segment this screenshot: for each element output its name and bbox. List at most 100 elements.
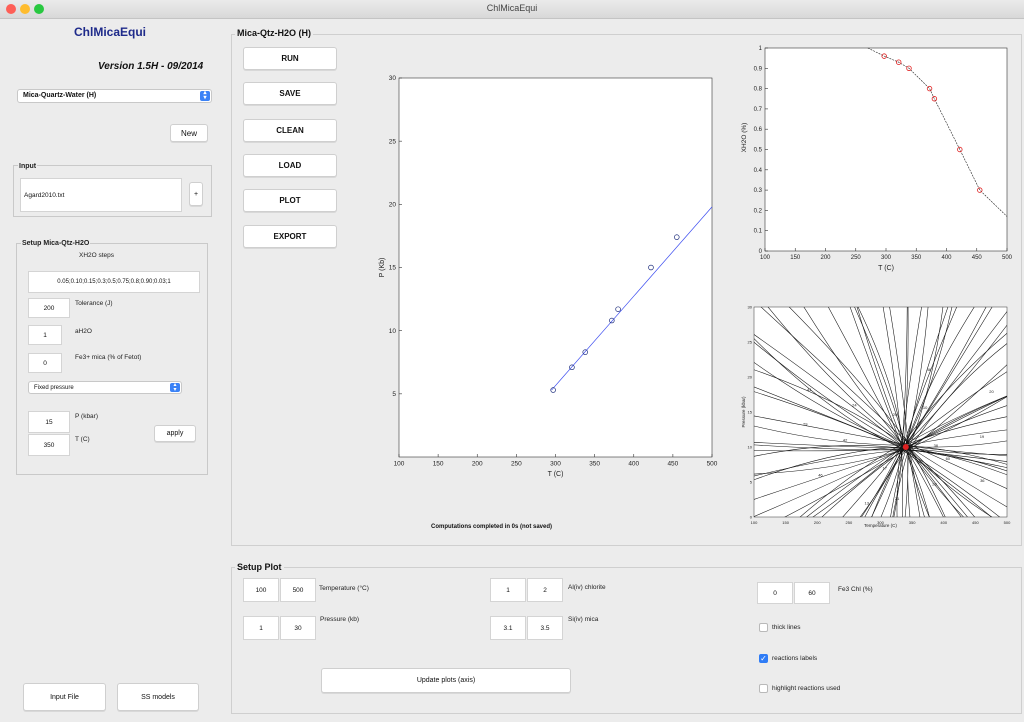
x-tick-label: 450 bbox=[972, 255, 983, 261]
al-min-field[interactable]: 1 bbox=[490, 578, 526, 602]
y-tick-label: 0 bbox=[750, 515, 753, 520]
xh2o-steps-field[interactable]: 0.05;0.10;0.15;0.3;0.5;0.75;0.8;0.90;0.0… bbox=[28, 271, 200, 293]
reaction-label: 17 bbox=[883, 465, 888, 470]
y-axis-label: P (Kb) bbox=[379, 258, 386, 278]
x-tick-label: 100 bbox=[760, 255, 771, 261]
y-axis-label: Pressure (kbar) bbox=[741, 396, 746, 428]
si-min-field[interactable]: 3.1 bbox=[490, 616, 526, 640]
reaction-label: 24 bbox=[852, 403, 857, 408]
chevron-updown-icon: ▴ ▾ bbox=[200, 90, 210, 101]
temperature-field[interactable]: 350 bbox=[28, 434, 70, 456]
new-button[interactable]: New bbox=[170, 124, 208, 142]
reaction-label: 36 bbox=[980, 478, 985, 483]
y-tick-label: 5 bbox=[392, 391, 396, 398]
press-min-field[interactable]: 1 bbox=[243, 616, 279, 640]
pt-chart: 100 150 200 250 300 350 400 450 500 5 10 15 20 25 30 T … bbox=[379, 75, 718, 478]
x-tick-label: 350 bbox=[589, 461, 600, 468]
x-tick-label: 150 bbox=[790, 255, 801, 261]
main-title: Mica-Qtz-H2O (H) bbox=[235, 28, 313, 38]
reaction-labels-label: reactions labels bbox=[772, 655, 818, 662]
y-tick-label: 0.7 bbox=[754, 107, 763, 113]
temp-min-field[interactable]: 100 bbox=[243, 578, 279, 602]
input-title: Input bbox=[18, 163, 38, 170]
app-name: ChlMicaEqui bbox=[74, 25, 147, 39]
x-tick-label: 350 bbox=[911, 255, 922, 261]
pressure-label: P (kbar) bbox=[75, 413, 98, 420]
y-tick-label: 30 bbox=[748, 305, 753, 310]
setup-plot-title: Setup Plot bbox=[235, 562, 284, 572]
chevron-updown-icon: ▴ ▾ bbox=[170, 382, 180, 393]
pressure-mode-value: Fixed pressure bbox=[34, 385, 74, 391]
x-tick-label: 250 bbox=[846, 520, 853, 525]
reaction-label: 38 bbox=[906, 534, 911, 535]
si-max-field[interactable]: 3.5 bbox=[527, 616, 563, 640]
fe3chl-min-field[interactable]: 0 bbox=[757, 582, 793, 604]
model-select-value: Mica-Quartz-Water (H) bbox=[23, 92, 97, 99]
x-tick-label: 450 bbox=[667, 461, 678, 468]
y-tick-label: 0.8 bbox=[754, 87, 763, 93]
temp-label: Temperature (°C) bbox=[319, 585, 369, 592]
x-tick-label: 400 bbox=[941, 255, 952, 261]
x-tick-label: 250 bbox=[851, 255, 862, 261]
fe3chl-max-field[interactable]: 60 bbox=[794, 582, 830, 604]
x-tick-label: 250 bbox=[511, 461, 522, 468]
reaction-label: 21 bbox=[895, 496, 900, 501]
highlight-reactions-checkbox[interactable] bbox=[759, 684, 768, 693]
x-tick-label: 100 bbox=[394, 461, 405, 468]
plot-button[interactable]: PLOT bbox=[243, 189, 337, 212]
tolerance-field[interactable]: 200 bbox=[28, 298, 70, 318]
y-tick-label: 0.2 bbox=[754, 208, 763, 214]
xh2o-steps-label: XH2O steps bbox=[79, 252, 115, 259]
thick-lines-checkbox[interactable] bbox=[759, 623, 768, 632]
input-panel: Input Agard2010.txt + bbox=[13, 163, 212, 217]
y-axis-label: XH2O (%) bbox=[741, 123, 748, 153]
reaction-label: 42 bbox=[843, 438, 848, 443]
ah2o-label: aH2O bbox=[75, 328, 92, 335]
reaction-grid-chart: 3821291036172420284620193842486013411001… bbox=[741, 305, 1011, 535]
al-max-field[interactable]: 2 bbox=[527, 578, 563, 602]
update-plots-button[interactable]: Update plots (axis) bbox=[321, 668, 571, 693]
reaction-label: 28 bbox=[932, 481, 937, 486]
temperature-label: T (C) bbox=[75, 436, 90, 443]
left-panel: ChlMicaEqui Version 1.5H - 09/2014 Mica-… bbox=[0, 19, 225, 722]
add-input-button[interactable]: + bbox=[189, 182, 203, 206]
input-file-button[interactable]: Input File bbox=[23, 683, 106, 711]
model-select[interactable]: Mica-Quartz-Water (H) ▴ ▾ bbox=[17, 89, 212, 103]
equilibrium-point bbox=[902, 444, 909, 450]
clean-button[interactable]: CLEAN bbox=[243, 119, 337, 142]
x-axis-label: T (C) bbox=[548, 471, 564, 478]
reaction-label: 48 bbox=[927, 367, 932, 372]
apply-button[interactable]: apply bbox=[154, 425, 196, 442]
reaction-label: 60 bbox=[946, 456, 951, 461]
reaction-label: 13 bbox=[865, 501, 870, 506]
pressure-mode-select[interactable]: Fixed pressure ▴ ▾ bbox=[28, 381, 182, 394]
y-tick-label: 15 bbox=[389, 265, 397, 272]
x-tick-label: 150 bbox=[433, 461, 444, 468]
press-max-field[interactable]: 30 bbox=[280, 616, 316, 640]
press-label: Pressure (kb) bbox=[320, 616, 360, 623]
pressure-field[interactable]: 15 bbox=[28, 411, 70, 433]
x-tick-label: 300 bbox=[550, 461, 561, 468]
y-tick-label: 30 bbox=[389, 75, 397, 82]
save-button[interactable]: SAVE bbox=[243, 82, 337, 105]
reaction-label: 20 bbox=[989, 389, 994, 394]
y-tick-label: 10 bbox=[389, 328, 397, 335]
y-tick-label: 0.6 bbox=[754, 127, 763, 133]
y-tick-label: 1 bbox=[759, 46, 763, 52]
thick-lines-label: thick lines bbox=[772, 624, 801, 631]
x-tick-label: 200 bbox=[472, 461, 483, 468]
y-tick-label: 20 bbox=[389, 202, 397, 209]
load-button[interactable]: LOAD bbox=[243, 154, 337, 177]
xh2o-chart: 100 150 200 250 300 350 400 450 50000.10.20.30.4… bbox=[741, 46, 1013, 272]
export-button[interactable]: EXPORT bbox=[243, 225, 337, 248]
ss-models-button[interactable]: SS models bbox=[117, 683, 199, 711]
input-file-field[interactable]: Agard2010.txt bbox=[20, 178, 182, 212]
ah2o-field[interactable]: 1 bbox=[28, 325, 62, 345]
x-axis-label: T (C) bbox=[878, 265, 894, 272]
reaction-label: 19 bbox=[980, 434, 985, 439]
setup-title: Setup Mica-Qtz-H2O bbox=[21, 240, 91, 247]
run-button[interactable]: RUN bbox=[243, 47, 337, 70]
reaction-labels-checkbox[interactable]: ✓ bbox=[759, 654, 768, 663]
fe3-mica-field[interactable]: 0 bbox=[28, 353, 62, 373]
temp-max-field[interactable]: 500 bbox=[280, 578, 316, 602]
